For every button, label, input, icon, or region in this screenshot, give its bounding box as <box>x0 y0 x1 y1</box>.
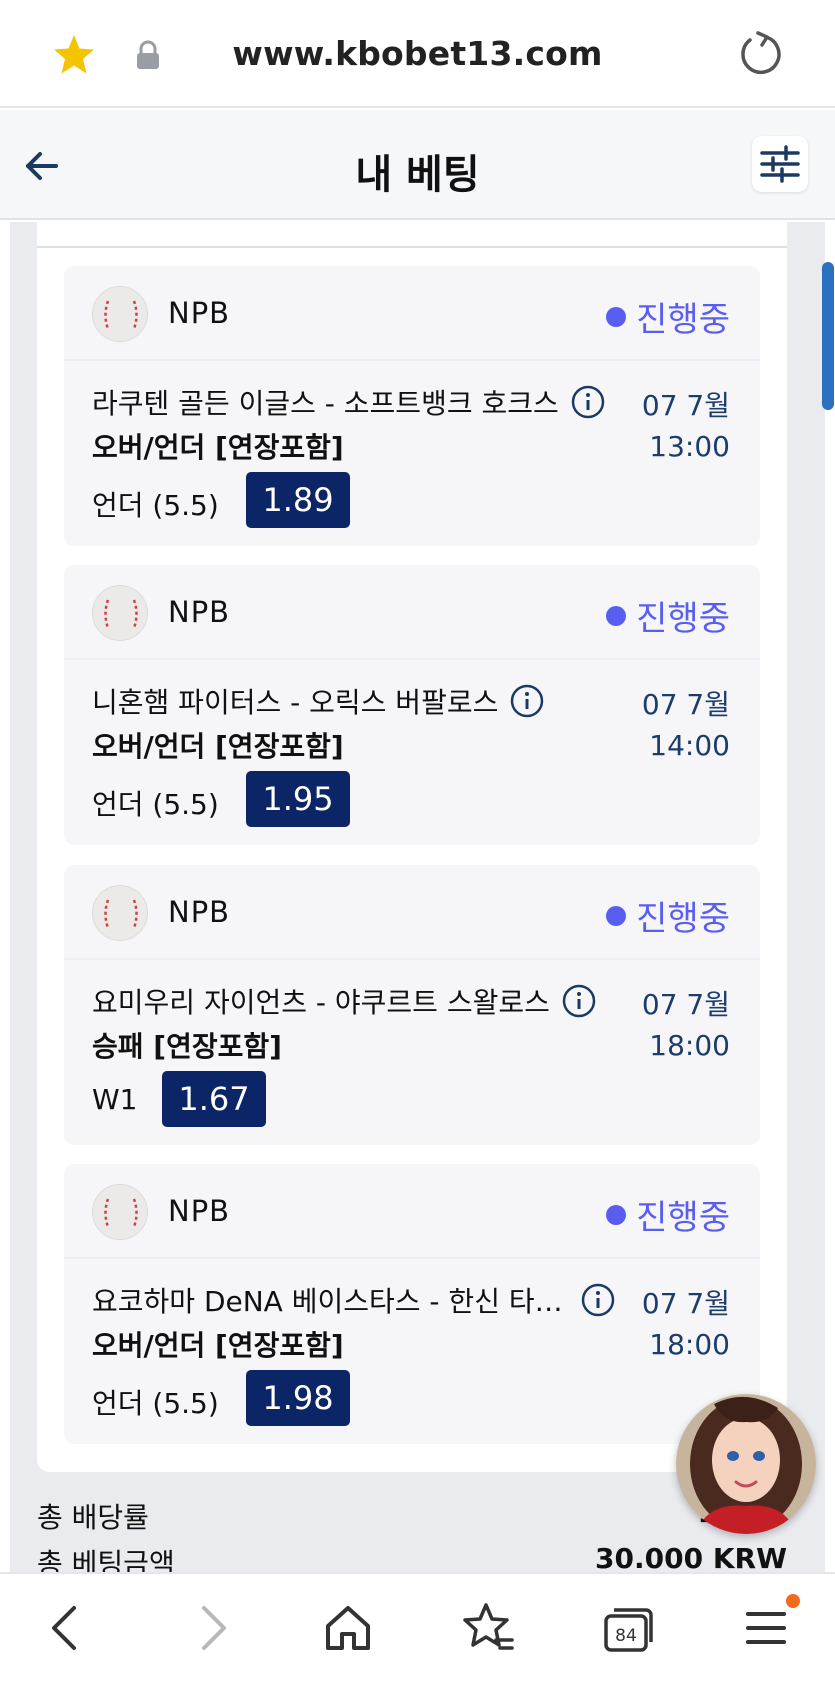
match-name: 요코하마 DeNA 베이스타스 - 한신 타… <box>92 1280 615 1320</box>
bet-date: 07 7월 <box>641 988 730 1021</box>
status-dot <box>606 905 627 926</box>
bet-market: 오버/언더 [연장포함] <box>92 431 344 464</box>
bet-time: 18:00 <box>649 1328 730 1361</box>
status-label: 진행중 <box>636 899 730 939</box>
match-teams: 니혼햄 파이터스 - 오릭스 버팔로스 <box>92 686 499 719</box>
match-name: 니혼햄 파이터스 - 오릭스 버팔로스 <box>92 681 544 721</box>
bet-time: 13:00 <box>649 430 730 463</box>
status-label: 진행중 <box>636 300 730 340</box>
status-label: 진행중 <box>636 599 730 639</box>
status-dot <box>606 1204 627 1225</box>
menu-icon[interactable] <box>738 1600 794 1656</box>
bet-date: 07 7월 <box>641 688 730 721</box>
reload-icon[interactable] <box>736 30 784 78</box>
bet-market: 오버/언더 [연장포함] <box>92 1329 344 1362</box>
bet-card[interactable]: NPB 진행중 요코하마 DeNA 베이스타스 - 한신 타… 07 7월 오버… <box>64 1164 760 1444</box>
match-teams: 요미우리 자이언츠 - 야쿠르트 스왈로스 <box>92 986 550 1019</box>
info-icon[interactable] <box>510 684 544 718</box>
bet-card-header: NPB 진행중 <box>64 266 760 361</box>
total-stake-label: 총 베팅금액 <box>37 1547 175 1572</box>
tabs-button[interactable]: 84 <box>600 1600 656 1656</box>
match-teams: 요코하마 DeNA 베이스타스 - 한신 타… <box>92 1285 563 1318</box>
league-name: NPB <box>168 296 231 330</box>
tabs-icon: 84 <box>604 1608 653 1652</box>
bet-card[interactable]: NPB 진행중 니혼햄 파이터스 - 오릭스 버팔로스 07 7월 오버/언더 … <box>64 565 760 845</box>
odds-badge: 1.95 <box>246 771 350 827</box>
bet-time: 18:00 <box>649 1029 730 1062</box>
avatar-icon <box>676 1394 816 1534</box>
status-label: 진행중 <box>636 1198 730 1238</box>
total-stake-value: 30.000 KRW <box>595 1542 787 1572</box>
baseball-icon <box>92 1184 148 1240</box>
bet-selection: 언더 (5.5) <box>92 1387 219 1420</box>
bets-scroll-area[interactable]: NPB 진행중 라쿠텐 골든 이글스 - 소프트뱅크 호크스 07 7월 오버/… <box>10 222 825 1572</box>
baseball-icon <box>92 585 148 641</box>
baseball-icon <box>92 286 148 342</box>
status-dot <box>606 306 627 327</box>
tab-count: 84 <box>615 1626 637 1646</box>
league-name: NPB <box>168 1194 231 1228</box>
status-badge: 진행중 <box>606 891 730 940</box>
bet-market: 승패 [연장포함] <box>92 1030 282 1063</box>
info-icon[interactable] <box>562 984 596 1018</box>
bet-selection: 언더 (5.5) <box>92 489 219 522</box>
bet-selection: W1 <box>92 1083 138 1116</box>
info-icon[interactable] <box>571 385 605 419</box>
browser-bottom-bar: 84 <box>0 1572 835 1683</box>
bet-date: 07 7월 <box>641 1287 730 1320</box>
odds-badge: 1.98 <box>246 1370 350 1426</box>
status-badge: 진행중 <box>606 1190 730 1239</box>
odds-badge: 1.67 <box>162 1071 266 1127</box>
total-odds-label: 총 배당률 <box>37 1501 149 1534</box>
bet-date: 07 7월 <box>641 389 730 422</box>
bet-card-header: NPB 진행중 <box>64 565 760 660</box>
bet-card-header: NPB 진행중 <box>64 1164 760 1259</box>
chat-avatar-button[interactable] <box>676 1394 816 1534</box>
address-url[interactable]: www.kbobet13.com <box>0 34 835 73</box>
status-badge: 진행중 <box>606 591 730 640</box>
info-icon[interactable] <box>581 1283 615 1317</box>
status-dot <box>606 605 627 626</box>
match-name: 라쿠텐 골든 이글스 - 소프트뱅크 호크스 <box>92 382 605 422</box>
league-name: NPB <box>168 895 231 929</box>
scrollbar-thumb[interactable] <box>822 262 834 410</box>
match-name: 요미우리 자이언츠 - 야쿠르트 스왈로스 <box>92 981 596 1021</box>
chevron-right-icon[interactable] <box>184 1600 240 1656</box>
filter-button[interactable] <box>752 136 808 192</box>
bet-card[interactable]: NPB 진행중 요미우리 자이언츠 - 야쿠르트 스왈로스 07 7월 승패 [… <box>64 865 760 1145</box>
home-icon[interactable] <box>320 1600 376 1656</box>
bet-market: 오버/언더 [연장포함] <box>92 730 344 763</box>
baseball-icon <box>92 885 148 941</box>
bet-card-header: NPB 진행중 <box>64 865 760 960</box>
bets-panel: NPB 진행중 라쿠텐 골든 이글스 - 소프트뱅크 호크스 07 7월 오버/… <box>37 222 787 1472</box>
page-title: 내 베팅 <box>355 152 480 198</box>
filter-sliders-icon <box>760 145 800 183</box>
browser-address-bar: www.kbobet13.com <box>0 0 835 108</box>
divider <box>37 246 787 248</box>
match-teams: 라쿠텐 골든 이글스 - 소프트뱅크 호크스 <box>92 387 559 420</box>
app-header: 내 베팅 <box>0 110 835 220</box>
bet-selection: 언더 (5.5) <box>92 788 219 821</box>
bookmark-star-icon[interactable] <box>460 1600 516 1656</box>
bet-time: 14:00 <box>649 729 730 762</box>
odds-badge: 1.89 <box>246 472 350 528</box>
bet-card[interactable]: NPB 진행중 라쿠텐 골든 이글스 - 소프트뱅크 호크스 07 7월 오버/… <box>64 266 760 546</box>
notification-dot <box>786 1594 800 1608</box>
chevron-left-icon[interactable] <box>40 1600 96 1656</box>
league-name: NPB <box>168 595 231 629</box>
status-badge: 진행중 <box>606 292 730 341</box>
